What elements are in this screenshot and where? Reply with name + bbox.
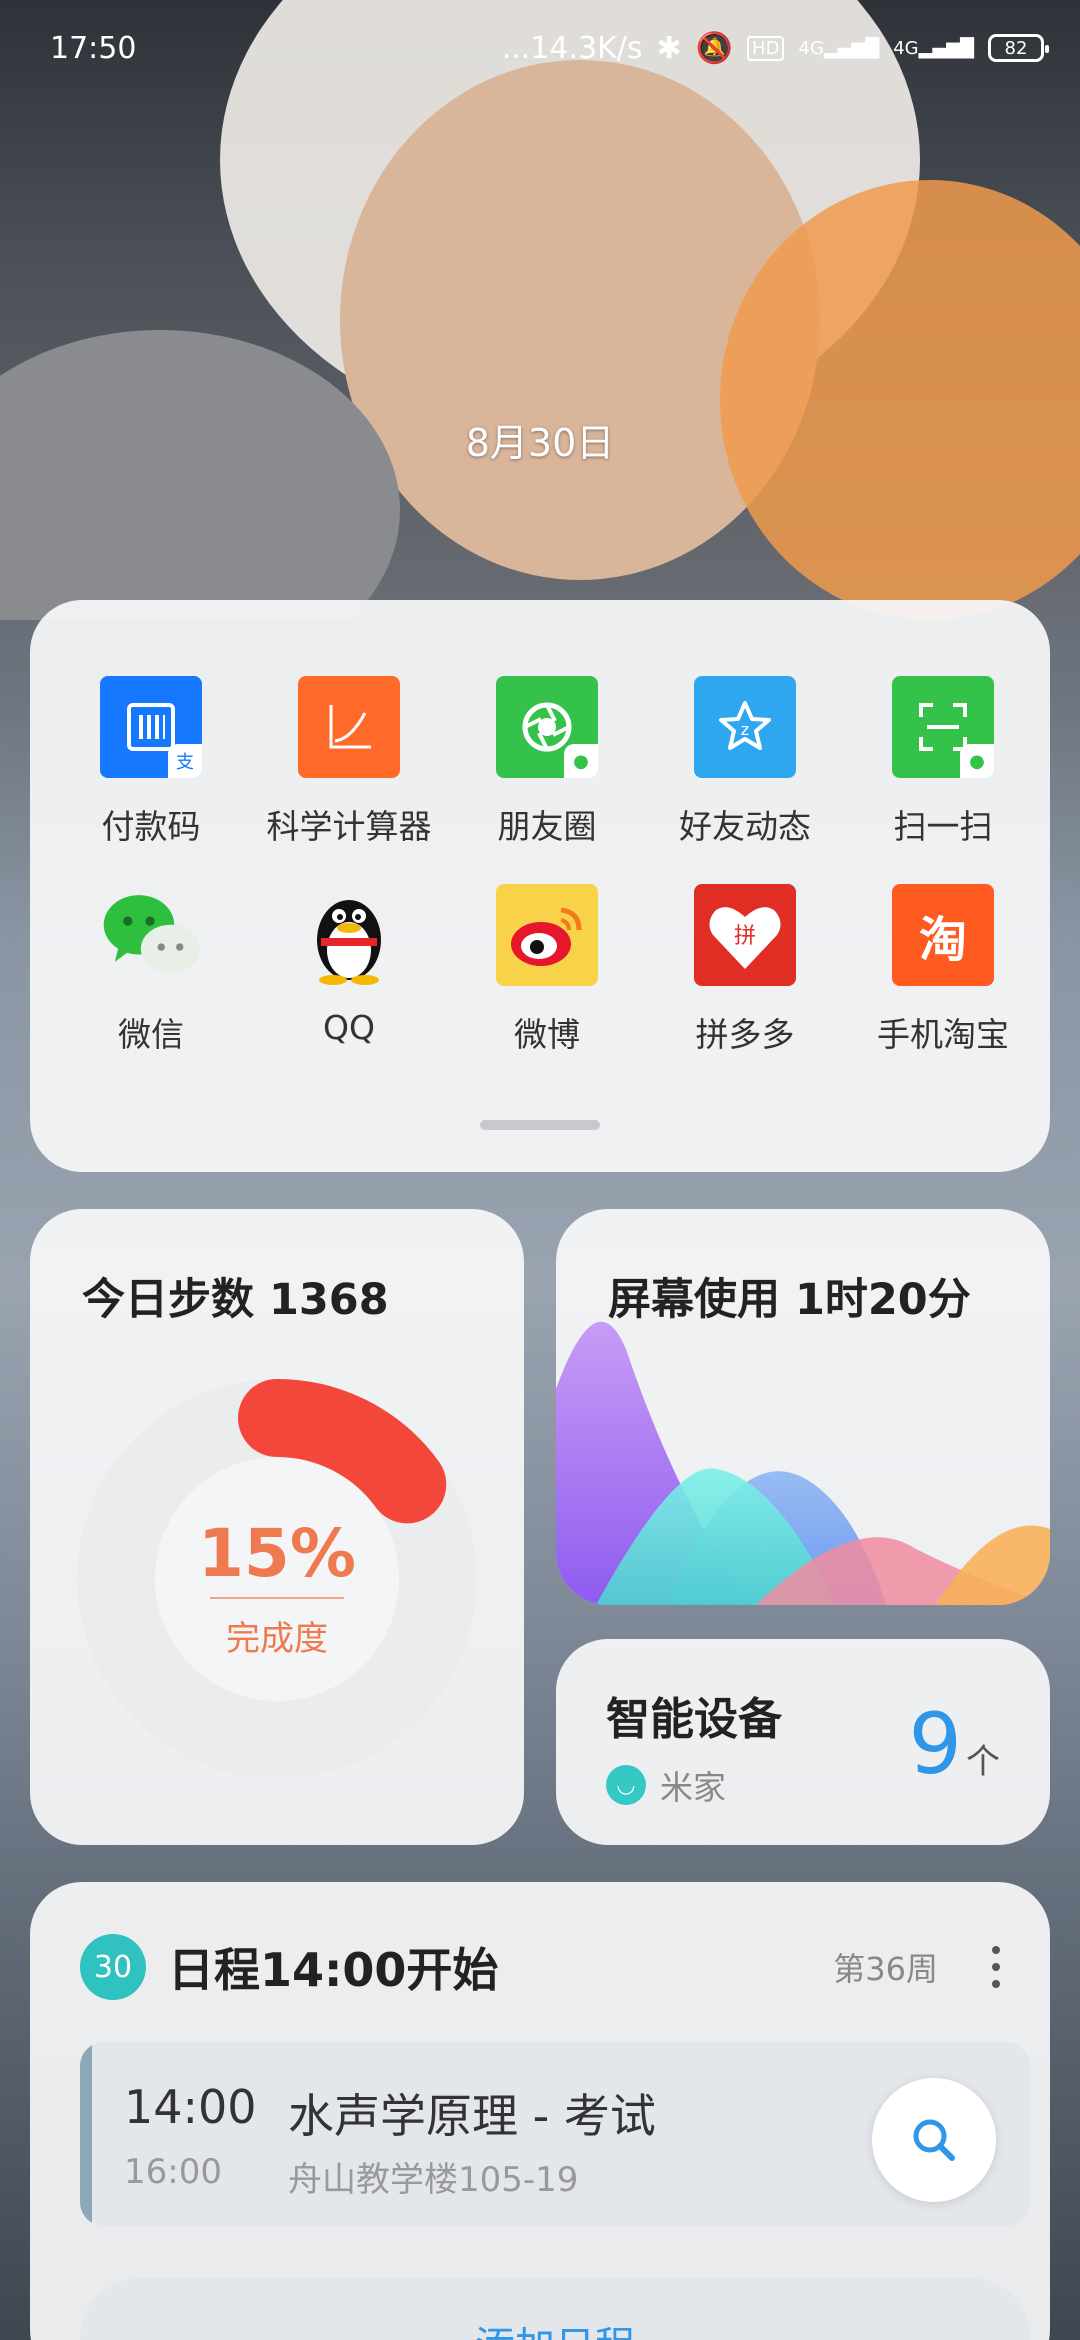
status-bar: 17:50 ...14.3K/s ✱ 🔕 HD 4G▂▄▆█ 4G▂▄▆█ 82 (0, 0, 1080, 96)
steps-label: 完成度 (226, 1619, 328, 1659)
svg-text:z: z (741, 720, 749, 739)
qq-icon (298, 884, 400, 986)
event-end-time: 16:00 (124, 2152, 222, 2192)
steps-widget[interactable]: 今日步数 1368 15% 完成度 (30, 1209, 524, 1845)
qzone-icon: z (694, 676, 796, 778)
device-count-number: 9 (908, 1695, 962, 1793)
app-label: QQ (323, 1008, 375, 1047)
taobao-icon: 淘 (892, 884, 994, 986)
mijia-icon: ◡ (606, 1765, 646, 1805)
device-count-unit: 个 (966, 1742, 1000, 1782)
app-scan[interactable]: ● 扫一扫 (844, 676, 1042, 848)
app-qq[interactable]: QQ (250, 884, 448, 1056)
event-title: 水声学原理 - 考试 (288, 2089, 656, 2143)
event-location: 舟山教学楼105-19 (288, 2160, 579, 2200)
app-paycode[interactable]: 支 付款码 (52, 676, 250, 848)
network-speed: ...14.3K/s (501, 30, 643, 66)
search-button[interactable] (872, 2078, 996, 2202)
calendar-day-badge: 30 (80, 1934, 146, 2000)
app-label: 扫一扫 (893, 807, 993, 846)
brand-label: 米家 (660, 1768, 726, 1807)
calculator-icon (298, 676, 400, 778)
hd-icon: HD (747, 35, 785, 61)
app-calculator[interactable]: 科学计算器 (250, 676, 448, 848)
app-label: 手机淘宝 (877, 1015, 1009, 1054)
app-label: 付款码 (101, 807, 201, 846)
steps-percent: 15% (198, 1515, 356, 1592)
screen-time-wave-graphic (556, 1321, 1050, 1605)
app-pinduoduo[interactable]: 拼 拼多多 (646, 884, 844, 1056)
weibo-icon (496, 884, 598, 986)
app-label: 好友动态 (679, 807, 811, 846)
svg-text:拼: 拼 (734, 924, 756, 949)
bluetooth-icon: ✱ (656, 30, 682, 66)
signal-icon: 4G▂▄▆█ (798, 37, 880, 59)
app-moments[interactable]: ● 朋友圈 (448, 676, 646, 848)
status-time: 17:50 (50, 30, 137, 66)
signal-icon: 4G▂▄▆█ (893, 37, 974, 59)
pinduoduo-icon: 拼 (694, 884, 796, 986)
app-label: 微博 (514, 1015, 580, 1054)
week-number: 第36周 (833, 1950, 938, 1988)
app-shortcuts-card: 支 付款码 科学计算器 ● 朋友圈 z 好友动态 ● 扫一扫 微信 QQ 微博 … (30, 600, 1050, 1172)
smart-device-widget[interactable]: 智能设备 ◡ 米家 9 个 (556, 1639, 1050, 1845)
smart-device-brand: ◡ 米家 (606, 1761, 726, 1809)
moments-icon: ● (496, 676, 598, 778)
scan-icon: ● (892, 676, 994, 778)
schedule-title: 日程14:00开始 (168, 1943, 499, 1997)
app-label: 朋友圈 (497, 807, 597, 846)
event-color-bar (80, 2042, 92, 2226)
mute-icon: 🔕 (695, 30, 734, 66)
app-taobao[interactable]: 淘 手机淘宝 (844, 884, 1042, 1056)
add-schedule-button[interactable]: 添加日程 (80, 2278, 1030, 2340)
schedule-widget: 30 日程14:00开始 第36周 14:00 16:00 水声学原理 - 考试… (30, 1882, 1050, 2340)
lockscreen-date: 8月30日 (465, 421, 615, 465)
steps-divider (210, 1597, 344, 1599)
more-options-icon[interactable] (992, 1946, 1000, 1988)
app-weibo[interactable]: 微博 (448, 884, 646, 1056)
app-wechat[interactable]: 微信 (52, 884, 250, 1056)
search-icon (913, 2119, 955, 2161)
app-label: 微信 (118, 1015, 184, 1054)
battery-icon: 82 (988, 34, 1049, 62)
app-qzone[interactable]: z 好友动态 (646, 676, 844, 848)
device-count: 9 个 (909, 1695, 1000, 1793)
event-start-time: 14:00 (124, 2080, 257, 2134)
wechat-icon (100, 884, 202, 986)
drag-handle[interactable] (480, 1120, 600, 1130)
app-label: 拼多多 (695, 1015, 795, 1054)
alipay-paycode-icon: 支 (100, 676, 202, 778)
app-label: 科学计算器 (266, 807, 432, 846)
screen-time-widget[interactable]: 屏幕使用 1时20分 (556, 1209, 1050, 1605)
smart-device-title: 智能设备 (606, 1694, 782, 1745)
steps-title: 今日步数 1368 (82, 1275, 389, 1325)
